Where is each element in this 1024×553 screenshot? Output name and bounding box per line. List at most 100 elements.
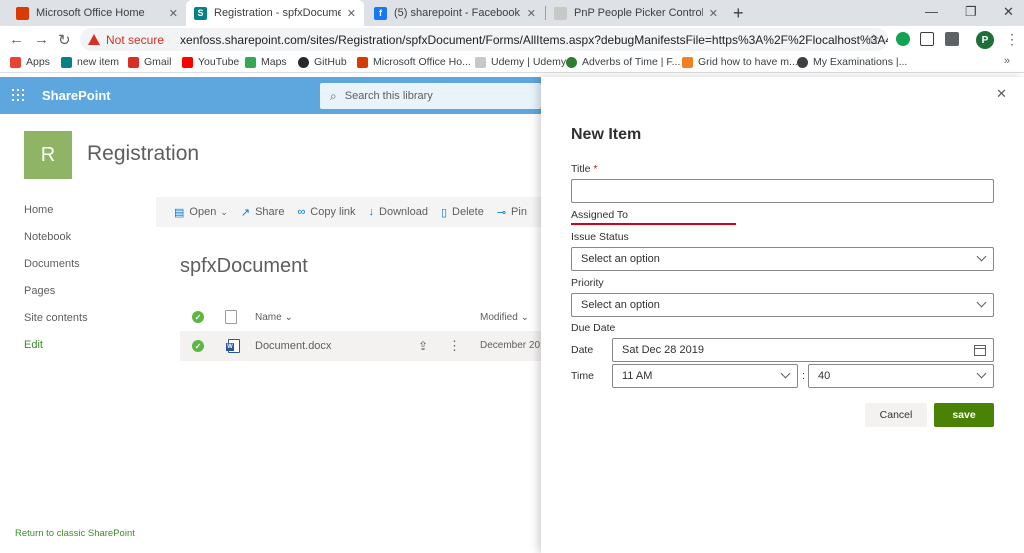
hour-dropdown[interactable]: 11 AM [612, 364, 798, 388]
title-input[interactable] [571, 179, 994, 203]
issue-status-label: Issue Status [571, 231, 629, 243]
bookmark-maps[interactable]: Maps [245, 56, 287, 68]
priority-dropdown[interactable]: Select an option [571, 293, 994, 317]
bookmark-label: Udemy | Udemy [491, 56, 567, 68]
globe-icon [797, 56, 808, 68]
close-tab-icon[interactable]: ✕ [527, 7, 536, 20]
save-button[interactable]: save [934, 403, 994, 427]
more-actions-icon[interactable]: ⋮ [448, 338, 461, 354]
close-tab-icon[interactable]: ✕ [347, 7, 356, 20]
tab-title: Microsoft Office Home [36, 7, 145, 19]
share-row-icon[interactable]: ⇪ [418, 339, 428, 353]
share-icon: ↗ [240, 206, 251, 219]
app-launcher-icon[interactable] [12, 89, 24, 101]
share-command[interactable]: ↗ Share [241, 206, 285, 219]
bookmark-grid[interactable]: Grid how to have m... [682, 56, 798, 68]
dropdown-value: Select an option [581, 253, 660, 265]
column-header-name[interactable]: Name ⌄ [255, 312, 293, 323]
close-tab-icon[interactable]: ✕ [169, 7, 178, 20]
browser-tab-office[interactable]: Microsoft Office Home ✕ [8, 0, 186, 26]
security-label[interactable]: Not secure [106, 33, 164, 47]
tools-icon[interactable] [945, 32, 959, 46]
bookmark-adverbs[interactable]: Adverbs of Time | F... [566, 56, 680, 68]
trash-icon: ▯ [440, 206, 448, 219]
open-command[interactable]: ▤ Open ⌄ [174, 206, 228, 219]
nav-item-home[interactable]: Home [24, 204, 88, 231]
bookmark-office[interactable]: Microsoft Office Ho... [357, 56, 471, 68]
site-title[interactable]: Registration [87, 142, 199, 166]
bookmark-label: YouTube [198, 56, 240, 68]
issue-status-dropdown[interactable]: Select an option [571, 247, 994, 271]
close-window-icon[interactable]: ✕ [1003, 4, 1014, 20]
gmail-icon [128, 56, 139, 68]
nav-edit-link[interactable]: Edit [24, 339, 88, 366]
download-command[interactable]: ↓ Download [369, 206, 428, 218]
back-button[interactable]: ← [9, 31, 24, 48]
priority-label: Priority [571, 277, 604, 289]
extension-icon[interactable] [896, 32, 910, 46]
bookmark-star-icon[interactable]: ☆ [867, 31, 880, 48]
nav-item-notebook[interactable]: Notebook [24, 231, 88, 258]
dropdown-value: 40 [818, 370, 831, 382]
tab-title: (5) sharepoint - Facebook Search [394, 7, 521, 19]
close-panel-icon[interactable]: ✕ [996, 86, 1007, 102]
library-title: spfxDocument [180, 255, 308, 277]
assigned-to-label: Assigned To [571, 209, 629, 221]
close-tab-icon[interactable]: ✕ [709, 7, 718, 20]
site-logo[interactable]: R [24, 131, 72, 179]
select-all-checkmark-icon[interactable]: ✓ [192, 311, 204, 323]
tab-title: PnP People Picker Control For SP [574, 7, 703, 19]
browser-tab-facebook[interactable]: f (5) sharepoint - Facebook Search ✕ [366, 0, 544, 26]
warning-icon [88, 34, 100, 45]
table-row[interactable]: ✓ Document.docx ⇪ ⋮ December 20 [180, 331, 541, 361]
column-header-modified[interactable]: Modified ⌄ [480, 312, 529, 323]
browser-tab-pnp[interactable]: PnP People Picker Control For SP ✕ [546, 0, 726, 26]
more-bookmarks-button[interactable]: » [1004, 55, 1010, 67]
return-to-classic-link[interactable]: Return to classic SharePoint [15, 528, 135, 539]
url-text[interactable]: xenfoss.sharepoint.com/sites/Registratio… [180, 33, 888, 47]
date-picker[interactable]: Sat Dec 28 2019 [612, 338, 994, 362]
bookmark-apps[interactable]: Apps [10, 56, 50, 68]
reload-button[interactable]: ↻ [58, 31, 71, 49]
browser-menu-icon[interactable]: ⋮ [1005, 31, 1019, 48]
bookmark-examinations[interactable]: My Examinations |... [797, 56, 907, 68]
bookmark-youtube[interactable]: YouTube [182, 56, 239, 68]
nav-item-pages[interactable]: Pages [24, 285, 88, 312]
bookmark-label: Grid how to have m... [698, 56, 798, 68]
document-name-link[interactable]: Document.docx [255, 340, 331, 352]
bookmark-label: Gmail [144, 56, 172, 68]
delete-command[interactable]: ▯ Delete [441, 206, 484, 219]
cast-icon[interactable] [920, 32, 934, 46]
bookmark-new-item[interactable]: new item [61, 56, 119, 68]
row-checkmark-icon[interactable]: ✓ [192, 340, 204, 352]
time-separator: : [802, 370, 806, 382]
column-label: Modified [480, 312, 518, 323]
bookmark-github[interactable]: GitHub [298, 56, 347, 68]
cancel-button[interactable]: Cancel [865, 403, 927, 427]
page-icon [554, 6, 567, 20]
forward-button[interactable]: → [34, 31, 49, 48]
chevron-down-icon [976, 368, 987, 379]
new-tab-button[interactable]: + [733, 3, 744, 24]
copy-link-command[interactable]: ∞ Copy link [297, 206, 355, 218]
minute-dropdown[interactable]: 40 [808, 364, 994, 388]
bookmark-udemy[interactable]: Udemy | Udemy [475, 56, 566, 68]
chevron-down-icon: ⌄ [520, 312, 529, 323]
nav-item-documents[interactable]: Documents [24, 258, 88, 285]
link-icon: ∞ [297, 206, 306, 218]
due-date-label: Due Date [571, 322, 616, 334]
search-box[interactable]: ⌕ Search this library [320, 83, 541, 109]
calendar-icon[interactable] [974, 345, 986, 356]
address-bar[interactable]: Not secure xenfoss.sharepoint.com/sites/… [80, 28, 888, 51]
minimize-icon[interactable]: — [925, 4, 938, 19]
nav-item-site-contents[interactable]: Site contents [24, 312, 88, 339]
sharepoint-brand[interactable]: SharePoint [42, 88, 111, 103]
browser-tab-registration[interactable]: S Registration - spfxDocument - All ✕ [186, 0, 364, 26]
list-header: ✓ Name ⌄ Modified ⌄ [180, 304, 541, 330]
profile-avatar[interactable]: P [976, 31, 994, 49]
restore-icon[interactable]: ❐ [965, 4, 977, 20]
pin-command[interactable]: ⊸ Pin [497, 206, 527, 219]
site-icon [566, 56, 577, 68]
bookmark-gmail[interactable]: Gmail [128, 56, 171, 68]
bookmark-label: Apps [26, 56, 50, 68]
